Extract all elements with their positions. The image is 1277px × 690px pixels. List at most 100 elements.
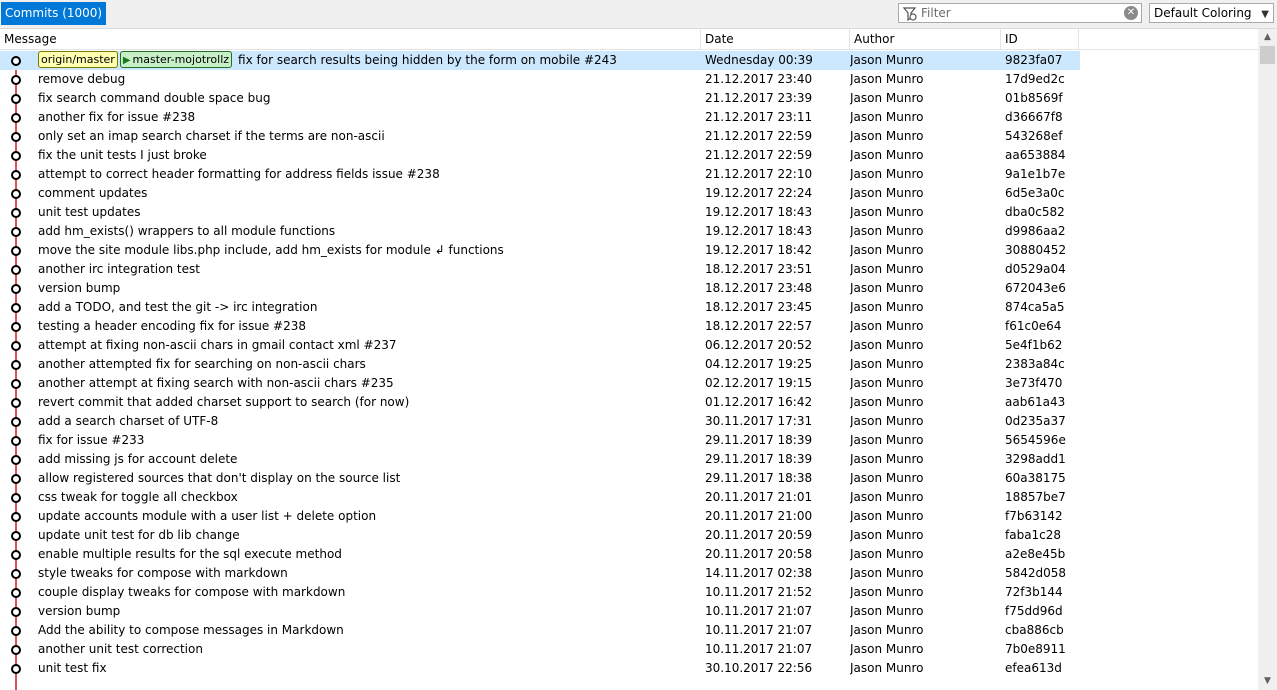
commit-row[interactable]: unit test updates 19.12.2017 18:43 Jason M… [0, 203, 1080, 222]
commit-author: Jason Munro [850, 623, 924, 637]
commit-message-text: another attempted fix for searching on n… [38, 357, 366, 371]
commit-date: 10.11.2017 21:07 [705, 642, 813, 656]
tab-commits[interactable]: Commits (1000) [1, 2, 107, 25]
commit-message-text: update unit test for db lib change [38, 528, 240, 542]
commit-row[interactable]: testing a header encoding fix for issue … [0, 317, 1080, 336]
commit-date: 19.12.2017 18:43 [705, 224, 813, 238]
commit-node-icon [11, 189, 21, 199]
column-header-date[interactable]: Date [701, 29, 850, 49]
commit-node-icon [11, 512, 21, 522]
commit-row[interactable]: only set an imap search charset if the t… [0, 127, 1080, 146]
commit-node-icon [11, 75, 21, 85]
commit-row[interactable]: another fix for issue #238 21.12.2017 23:… [0, 108, 1080, 127]
commit-id: 3298add1 [1005, 452, 1066, 466]
commit-message: Add the ability to compose messages in M… [38, 621, 698, 640]
commit-node-icon [11, 550, 21, 560]
commit-message-text: add missing js for account delete [38, 452, 238, 466]
scroll-up-icon[interactable]: ▲ [1258, 29, 1277, 46]
commit-row[interactable]: another irc integration test 18.12.2017 2… [0, 260, 1080, 279]
commit-message: another attempt at fixing search with no… [38, 374, 698, 393]
commit-row[interactable]: add missing js for account delete 29.11.2… [0, 450, 1080, 469]
remote-branch-label[interactable]: origin/master [38, 51, 118, 68]
commit-row[interactable]: fix search command double space bug 21.12… [0, 89, 1080, 108]
commit-message-text: unit test updates [38, 205, 141, 219]
column-header-id[interactable]: ID [1001, 29, 1079, 49]
commit-message-text: allow registered sources that don't disp… [38, 471, 401, 485]
commit-row[interactable]: another attempt at fixing search with no… [0, 374, 1080, 393]
commit-message-text: update accounts module with a user list … [38, 509, 377, 523]
commit-node-icon [11, 493, 21, 503]
commit-row[interactable]: couple display tweaks for compose with m… [0, 583, 1080, 602]
commit-message-text: only set an imap search charset if the t… [38, 129, 385, 143]
commit-author: Jason Munro [850, 262, 924, 276]
commit-id: aa653884 [1005, 148, 1066, 162]
commit-author: Jason Munro [850, 243, 924, 257]
commit-id: 7b0e8911 [1005, 642, 1066, 656]
scroll-thumb[interactable] [1260, 46, 1275, 64]
commit-row[interactable]: another unit test correction 10.11.2017 2… [0, 640, 1080, 659]
commit-message: testing a header encoding fix for issue … [38, 317, 698, 336]
local-branch-label[interactable]: ▶ master-mojotrollz [119, 51, 233, 68]
commit-row[interactable]: update accounts module with a user list … [0, 507, 1080, 526]
coloring-select[interactable]: Default Coloring ▼ [1149, 3, 1274, 23]
commit-row[interactable]: remove debug 21.12.2017 23:40 Jason Munro 1… [0, 70, 1080, 89]
commit-id: dba0c582 [1005, 205, 1065, 219]
commit-node-icon [11, 265, 21, 275]
commit-row[interactable]: comment updates 19.12.2017 22:24 Jason Mun… [0, 184, 1080, 203]
commit-row[interactable]: fix the unit tests I just broke 21.12.201… [0, 146, 1080, 165]
scroll-down-icon[interactable]: ▼ [1258, 673, 1277, 690]
commit-row[interactable]: add a search charset of UTF-8 30.11.2017 … [0, 412, 1080, 431]
commit-date: 18.12.2017 23:45 [705, 300, 813, 314]
commit-message: origin/master ▶ master-mojotrollz fix for s… [38, 51, 698, 70]
commit-id: a2e8e45b [1005, 547, 1066, 561]
column-header-author[interactable]: Author [850, 29, 1001, 49]
commit-row[interactable]: another attempted fix for searching on n… [0, 355, 1080, 374]
commit-node-icon [11, 227, 21, 237]
commit-author: Jason Munro [850, 471, 924, 485]
commit-message-text: testing a header encoding fix for issue … [38, 319, 306, 333]
commit-row[interactable]: attempt at fixing non-ascii chars in gma… [0, 336, 1080, 355]
commit-id: 9a1e1b7e [1005, 167, 1066, 181]
commit-id: aab61a43 [1005, 395, 1066, 409]
commit-author: Jason Munro [850, 395, 924, 409]
commit-date: 18.12.2017 22:57 [705, 319, 813, 333]
commit-date: 18.12.2017 23:48 [705, 281, 813, 295]
commit-row[interactable]: origin/master ▶ master-mojotrollz fix for s… [0, 51, 1080, 70]
commit-row[interactable]: style tweaks for compose with markdown 14… [0, 564, 1080, 583]
commit-message-text: remove debug [38, 72, 126, 86]
head-arrow-icon: ▶ [122, 55, 131, 66]
commit-id: d9986aa2 [1005, 224, 1066, 238]
vertical-scrollbar[interactable]: ▲ ▼ [1258, 29, 1277, 690]
commit-author: Jason Munro [850, 110, 924, 124]
commit-row[interactable]: revert commit that added charset support… [0, 393, 1080, 412]
commit-message: allow registered sources that don't disp… [38, 469, 698, 488]
commit-row[interactable]: css tweak for toggle all checkbox 20.11.2… [0, 488, 1080, 507]
commit-id: 874ca5a5 [1005, 300, 1065, 314]
commit-message-text: couple display tweaks for compose with m… [38, 585, 346, 599]
commit-row[interactable]: unit test fix 30.10.2017 22:56 Jason Munro… [0, 659, 1080, 678]
commit-row[interactable]: Add the ability to compose messages in M… [0, 621, 1080, 640]
filter-icon [902, 6, 918, 22]
filter-input[interactable] [921, 5, 1119, 21]
commit-row[interactable]: enable multiple results for the sql exec… [0, 545, 1080, 564]
commit-row[interactable]: attempt to correct header formatting for… [0, 165, 1080, 184]
clear-filter-icon[interactable]: ✕ [1124, 6, 1138, 20]
commit-row[interactable]: fix for issue #233 29.11.2017 18:39 Jason … [0, 431, 1080, 450]
commit-row[interactable]: allow registered sources that don't disp… [0, 469, 1080, 488]
commit-row[interactable]: version bump 18.12.2017 23:48 Jason Munro 6… [0, 279, 1080, 298]
commit-message: remove debug [38, 70, 698, 89]
commit-id: 17d9ed2c [1005, 72, 1065, 86]
commit-node-icon [11, 341, 21, 351]
commit-row[interactable]: version bump 10.11.2017 21:07 Jason Munro f… [0, 602, 1080, 621]
commit-author: Jason Munro [850, 357, 924, 371]
commit-message-text: Add the ability to compose messages in M… [38, 623, 344, 637]
commit-row[interactable]: update unit test for db lib change 20.11.… [0, 526, 1080, 545]
commit-message: another irc integration test [38, 260, 698, 279]
commit-row[interactable]: move the site module libs.php include, a… [0, 241, 1080, 260]
column-header-message[interactable]: Message [0, 29, 701, 49]
commit-author: Jason Munro [850, 148, 924, 162]
commit-row[interactable]: add a TODO, and test the git -> irc inte… [0, 298, 1080, 317]
commit-id: f7b63142 [1005, 509, 1063, 523]
commit-row[interactable]: add hm_exists() wrappers to all module f… [0, 222, 1080, 241]
filter-box[interactable]: ✕ [898, 3, 1142, 23]
